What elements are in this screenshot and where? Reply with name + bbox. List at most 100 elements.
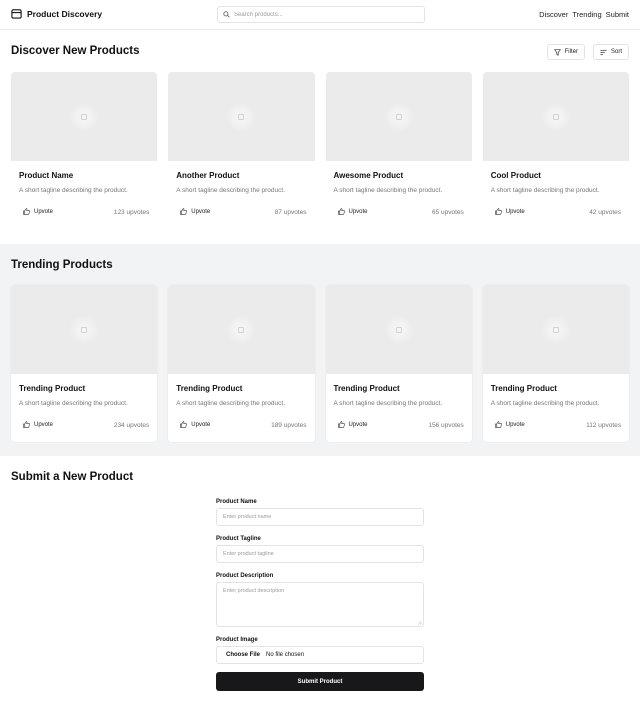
product-card[interactable]: Product Name A short tagline describing … bbox=[11, 72, 158, 229]
product-card[interactable]: Trending Product A short tagline describ… bbox=[482, 285, 629, 442]
upvote-button[interactable]: Upvote bbox=[23, 208, 53, 215]
nav-link-submit[interactable]: Submit bbox=[606, 10, 629, 19]
filter-button[interactable]: Filter bbox=[546, 44, 585, 60]
discover-product-grid: Product Name A short tagline describing … bbox=[11, 72, 629, 229]
product-tagline: A short tagline describing the product. bbox=[176, 187, 286, 194]
product-thumbnail bbox=[482, 285, 629, 374]
product-name: Trending Product bbox=[176, 384, 243, 393]
product-tagline: A short tagline describing the product. bbox=[176, 400, 286, 407]
product-thumbnail bbox=[168, 285, 315, 374]
product-tagline: A short tagline describing the product. bbox=[490, 400, 600, 407]
thumbs-up-icon bbox=[337, 208, 345, 215]
upvote-button[interactable]: Upvote bbox=[23, 421, 53, 428]
trending-product-grid: Trending Product A short tagline describ… bbox=[11, 285, 629, 442]
product-card[interactable]: Awesome Product A short tagline describi… bbox=[325, 72, 472, 229]
filter-icon bbox=[553, 48, 561, 56]
product-description-placeholder: Enter product description bbox=[223, 588, 285, 594]
upvote-count: 87 upvotes bbox=[274, 209, 307, 216]
main-nav: Discover Trending Submit bbox=[539, 10, 629, 19]
product-description-textarea[interactable]: Enter product description bbox=[216, 582, 424, 627]
thumbs-up-icon bbox=[23, 208, 30, 215]
product-name: Trending Product bbox=[333, 384, 400, 393]
product-card[interactable]: Trending Product A short tagline describ… bbox=[168, 285, 315, 442]
upvote-count: 189 upvotes bbox=[271, 422, 307, 429]
product-tagline-placeholder: Enter product tagline bbox=[223, 551, 274, 557]
discover-toolbar: Filter Sort bbox=[546, 44, 629, 60]
product-name: Another Product bbox=[176, 171, 240, 180]
product-thumbnail bbox=[325, 285, 472, 374]
product-image-file-input[interactable]: Choose File No file chosen bbox=[216, 646, 424, 664]
upvote-label: Upvote bbox=[348, 421, 368, 428]
product-card[interactable]: Trending Product A short tagline describ… bbox=[325, 285, 472, 442]
product-name: Product Name bbox=[19, 171, 74, 180]
image-placeholder-icon bbox=[81, 326, 87, 333]
product-card[interactable]: Another Product A short tagline describi… bbox=[168, 72, 315, 229]
upvote-button[interactable]: Upvote bbox=[494, 208, 525, 215]
thumbs-up-icon bbox=[337, 421, 345, 428]
top-header: Product Discovery Discover Trending Subm… bbox=[0, 0, 640, 30]
thumbs-up-icon bbox=[180, 208, 188, 215]
product-thumbnail bbox=[11, 285, 158, 374]
nav-link-trending[interactable]: Trending bbox=[572, 10, 601, 19]
product-name-placeholder: Enter product name bbox=[223, 514, 272, 520]
upvote-button[interactable]: Upvote bbox=[494, 421, 525, 428]
upvote-button[interactable]: Upvote bbox=[180, 421, 210, 428]
sort-icon bbox=[600, 49, 607, 55]
upvote-button[interactable]: Upvote bbox=[337, 208, 368, 215]
brand-name: Product Discovery bbox=[27, 8, 103, 19]
thumbs-up-icon bbox=[494, 421, 502, 428]
search-input[interactable] bbox=[234, 11, 414, 18]
submit-product-button[interactable]: Submit Product bbox=[216, 672, 424, 691]
search-box[interactable] bbox=[217, 6, 425, 23]
brand[interactable]: Product Discovery bbox=[11, 8, 102, 19]
product-name: Cool Product bbox=[490, 171, 541, 180]
sort-label: Sort bbox=[610, 49, 622, 55]
product-name-label: Product Name bbox=[216, 499, 257, 505]
image-placeholder-icon bbox=[553, 326, 559, 333]
product-image-label: Product Image bbox=[216, 637, 258, 643]
image-placeholder-icon bbox=[238, 113, 245, 120]
upvote-count: 123 upvotes bbox=[113, 209, 150, 216]
upvote-label: Upvote bbox=[34, 208, 54, 215]
product-name: Trending Product bbox=[19, 384, 86, 393]
discover-section-title: Discover New Products bbox=[11, 45, 140, 57]
image-placeholder-icon bbox=[395, 326, 402, 333]
product-tagline: A short tagline describing the product. bbox=[333, 187, 443, 194]
product-tagline: A short tagline describing the product. bbox=[490, 187, 600, 194]
product-card[interactable]: Trending Product A short tagline describ… bbox=[11, 285, 158, 442]
upvote-count: 42 upvotes bbox=[589, 209, 621, 216]
upvote-button[interactable]: Upvote bbox=[180, 208, 210, 215]
resize-handle-icon[interactable] bbox=[417, 620, 422, 625]
nav-link-discover[interactable]: Discover bbox=[539, 10, 568, 19]
search-icon bbox=[223, 11, 230, 18]
upvote-label: Upvote bbox=[191, 421, 211, 428]
box-icon bbox=[11, 9, 22, 19]
product-name-input[interactable]: Enter product name bbox=[216, 508, 424, 526]
product-card[interactable]: Cool Product A short tagline describing … bbox=[482, 72, 629, 229]
product-name: Awesome Product bbox=[333, 171, 404, 180]
upvote-label: Upvote bbox=[505, 208, 525, 215]
thumbs-up-icon bbox=[494, 208, 502, 215]
trending-section-title: Trending Products bbox=[11, 259, 113, 271]
product-tagline: A short tagline describing the product. bbox=[333, 400, 443, 407]
product-tagline-label: Product Tagline bbox=[216, 536, 261, 542]
product-tagline: A short tagline describing the product. bbox=[19, 187, 128, 194]
submit-section-title: Submit a New Product bbox=[11, 471, 134, 483]
thumbs-up-icon bbox=[180, 421, 188, 428]
upvote-label: Upvote bbox=[34, 421, 54, 428]
image-placeholder-icon bbox=[395, 113, 402, 120]
sort-button[interactable]: Sort bbox=[592, 44, 629, 60]
upvote-count: 234 upvotes bbox=[113, 422, 150, 429]
upvote-button[interactable]: Upvote bbox=[337, 421, 368, 428]
filter-label: Filter bbox=[564, 49, 578, 55]
upvote-label: Upvote bbox=[348, 208, 368, 215]
product-tagline-input[interactable]: Enter product tagline bbox=[216, 545, 424, 563]
product-name: Trending Product bbox=[490, 384, 557, 393]
image-placeholder-icon bbox=[238, 326, 245, 333]
upvote-label: Upvote bbox=[505, 421, 525, 428]
product-thumbnail bbox=[168, 72, 315, 161]
choose-file-button[interactable]: Choose File bbox=[226, 652, 260, 658]
product-thumbnail bbox=[482, 72, 629, 161]
product-thumbnail bbox=[11, 72, 158, 161]
upvote-count: 112 upvotes bbox=[586, 422, 621, 429]
